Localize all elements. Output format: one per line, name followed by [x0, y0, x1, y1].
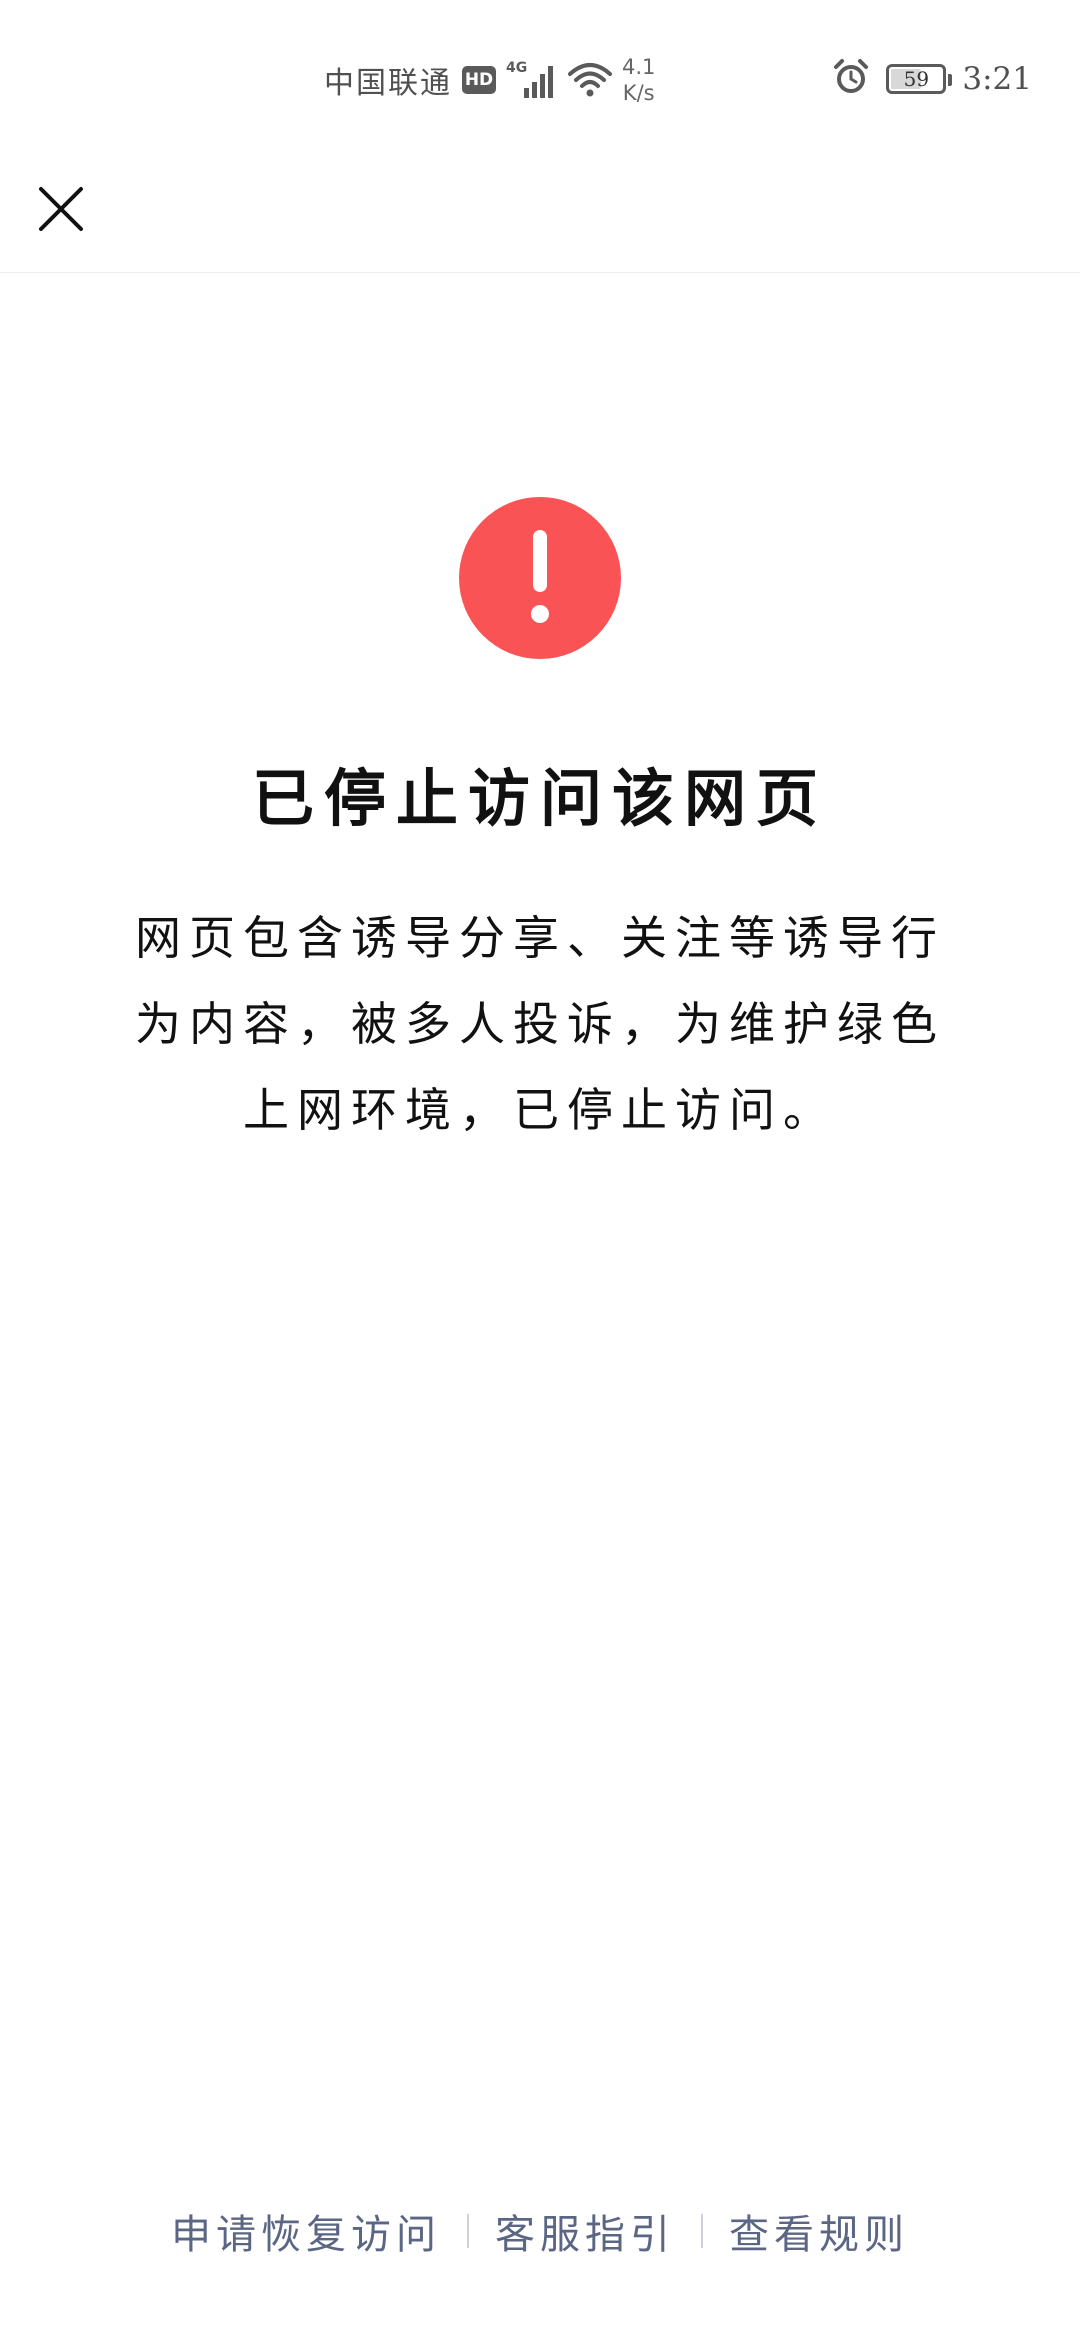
top-nav-bar: [0, 150, 1080, 273]
close-button[interactable]: [26, 174, 96, 244]
carrier-name: 中国联通: [324, 66, 452, 101]
battery-level: 59: [903, 67, 930, 91]
speed-value: 4.1: [622, 55, 656, 79]
status-bar: 中国联通 HD 4G 4.1 K/s 59 3:21: [0, 0, 1080, 150]
close-icon: [39, 187, 83, 231]
view-rules-link[interactable]: 查看规则: [729, 2202, 909, 2260]
status-right-group: 59 3:21: [832, 54, 1032, 104]
speed-unit: K/s: [622, 81, 655, 105]
footer-links: 申请恢复访问 客服指引 查看规则: [0, 2196, 1080, 2266]
page-description: 网页包含诱导分享、关注等诱导行为内容，被多人投诉，为维护绿色上网环境，已停止访问…: [135, 911, 945, 1137]
status-left-group: 中国联通 HD 4G 4.1 K/s: [324, 50, 655, 110]
customer-service-guide-link[interactable]: 客服指引: [495, 2202, 675, 2260]
link-separator: [701, 2214, 703, 2248]
alarm-clock-icon: [832, 58, 870, 100]
hd-badge: HD: [462, 66, 496, 94]
signal-bars-icon: 4G: [506, 60, 558, 100]
link-separator: [467, 2214, 469, 2248]
battery-indicator: 59: [886, 64, 953, 94]
wifi-icon: [568, 62, 612, 98]
clock-time: 3:21: [962, 61, 1032, 97]
exclamation-icon: [531, 530, 549, 623]
page-title: 已停止访问该网页: [251, 762, 828, 835]
alert-circle: [459, 497, 621, 659]
network-speed: 4.1 K/s: [622, 54, 655, 106]
apply-restore-access-link[interactable]: 申请恢复访问: [171, 2202, 441, 2260]
